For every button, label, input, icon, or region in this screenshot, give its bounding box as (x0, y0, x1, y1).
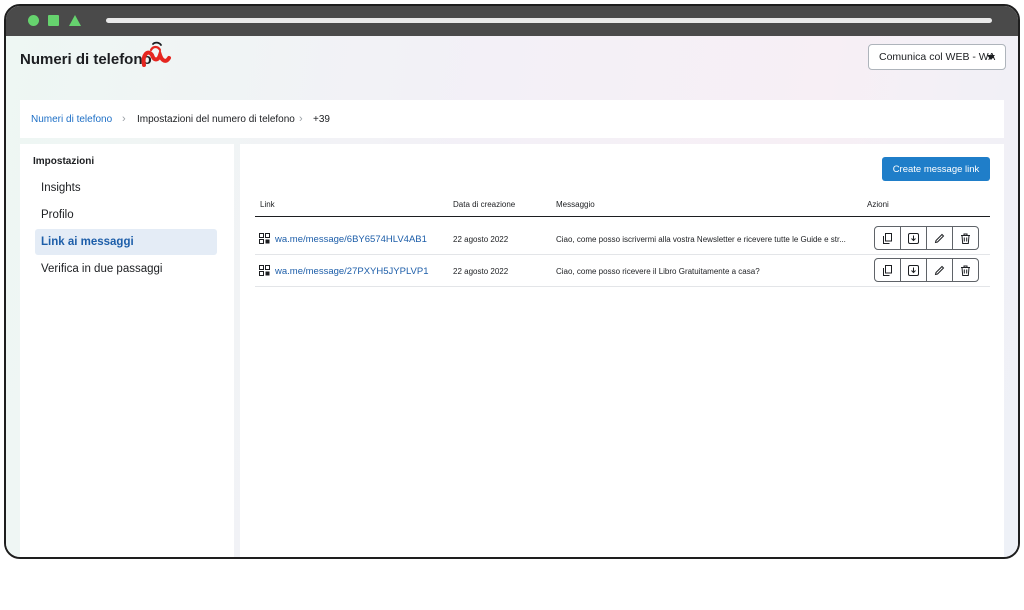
table-header-divider (255, 216, 990, 217)
copy-icon (883, 232, 892, 244)
column-header-link: Link (260, 200, 275, 209)
edit-button[interactable] (927, 227, 953, 249)
sidebar-item-insights[interactable]: Insights (35, 175, 217, 201)
download-button[interactable] (901, 259, 927, 281)
create-message-link-button[interactable]: Create message link (882, 157, 990, 181)
sidebar-heading: Impostazioni (33, 156, 95, 167)
row-divider (255, 286, 990, 287)
account-select-label: Comunica col WEB - WA (879, 51, 996, 63)
column-header-data: Data di creazione (453, 200, 516, 209)
trash-icon (961, 265, 970, 276)
window-triangle-icon[interactable] (69, 15, 81, 26)
delete-button[interactable] (953, 259, 978, 281)
window-square-icon[interactable] (48, 15, 59, 26)
message-text: Ciao, come posso iscrivermi alla vostra … (556, 235, 846, 244)
breadcrumb-number: +39 (313, 114, 330, 125)
app-area: Numeri di telefono Comunica col WEB - WA… (6, 36, 1018, 557)
row-actions (874, 258, 979, 282)
creation-date: 22 agosto 2022 (453, 267, 509, 276)
settings-sidebar: Impostazioni Insights Profilo Link ai me… (20, 144, 234, 557)
browser-window: Numeri di telefono Comunica col WEB - WA… (4, 4, 1020, 559)
message-text: Ciao, come posso ricevere il Libro Gratu… (556, 267, 760, 276)
sidebar-item-label: Profilo (41, 209, 74, 221)
account-select[interactable]: Comunica col WEB - WA (868, 44, 1006, 70)
edit-button[interactable] (927, 259, 953, 281)
column-header-messaggio: Messaggio (556, 200, 595, 209)
qr-code-icon (259, 233, 270, 244)
breadcrumb-numeri[interactable]: Numeri di telefono (31, 114, 112, 125)
creation-date: 22 agosto 2022 (453, 235, 509, 244)
copy-button[interactable] (875, 227, 901, 249)
brand-logo-icon (141, 41, 171, 67)
table-row: wa.me/message/6BY6574HLV4AB1 22 agosto 2… (255, 223, 990, 255)
column-header-azioni: Azioni (867, 200, 889, 209)
edit-icon (934, 265, 945, 275)
sidebar-item-link-messaggi[interactable]: Link ai messaggi (35, 229, 217, 255)
breadcrumb-impostazioni: Impostazioni del numero di telefono (137, 114, 295, 125)
delete-button[interactable] (953, 227, 978, 249)
chevron-right-icon: › (299, 113, 303, 125)
copy-button[interactable] (875, 259, 901, 281)
sidebar-item-profilo[interactable]: Profilo (35, 202, 217, 228)
sidebar-item-verifica[interactable]: Verifica in due passaggi (35, 256, 217, 282)
sidebar-item-label: Insights (41, 182, 81, 194)
breadcrumb: Numeri di telefono › Impostazioni del nu… (20, 100, 1004, 138)
copy-icon (883, 264, 892, 276)
download-icon (908, 232, 919, 244)
message-link[interactable]: wa.me/message/27PXYH5JYPLVP1 (275, 266, 428, 277)
browser-toolbar (6, 6, 1018, 36)
trash-icon (961, 233, 970, 244)
message-link[interactable]: wa.me/message/6BY6574HLV4AB1 (275, 234, 427, 245)
row-actions (874, 226, 979, 250)
window-circle-icon[interactable] (28, 15, 39, 26)
download-icon (908, 264, 919, 276)
edit-icon (934, 233, 945, 243)
table-row: wa.me/message/27PXYH5JYPLVP1 22 agosto 2… (255, 255, 990, 287)
address-bar[interactable] (106, 18, 992, 23)
download-button[interactable] (901, 227, 927, 249)
chevron-right-icon: › (122, 113, 126, 125)
sidebar-item-label: Link ai messaggi (41, 236, 134, 248)
page-header: Numeri di telefono Comunica col WEB - WA (6, 36, 1018, 100)
sidebar-item-label: Verifica in due passaggi (41, 263, 163, 275)
page-title: Numeri di telefono (20, 51, 152, 68)
qr-code-icon (259, 265, 270, 276)
main-panel: Create message link Link Data di creazio… (240, 144, 1004, 557)
chevron-down-icon (987, 55, 995, 60)
